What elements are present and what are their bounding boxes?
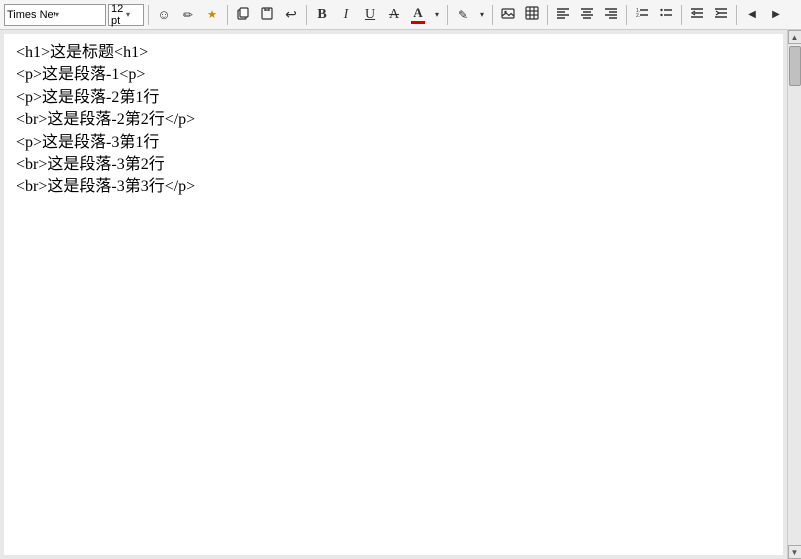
emoticon-button[interactable]: ☺ — [153, 4, 175, 26]
strikethrough-button[interactable]: A — [383, 4, 405, 26]
toolbar: Times New R ▾ 12 pt ▾ ☺ ✏ ★ — [0, 0, 801, 30]
align-left-button[interactable] — [552, 4, 574, 26]
separator-2 — [227, 5, 228, 25]
insert-table-icon — [525, 6, 539, 23]
highlight-icon: ✎ — [458, 8, 468, 22]
font-name-value: Times New R — [7, 9, 55, 21]
insert-image-button[interactable] — [497, 4, 519, 26]
indent-increase-button[interactable] — [710, 4, 732, 26]
align-right-button[interactable] — [600, 4, 622, 26]
vertical-scrollbar[interactable]: ▲ ▼ — [787, 30, 801, 559]
font-color-dropdown[interactable]: ▾ — [431, 4, 443, 26]
align-left-icon — [556, 6, 570, 23]
font-color-button[interactable]: A — [407, 4, 429, 26]
scroll-toolbar-right-icon: ▶ — [772, 9, 780, 20]
align-center-icon — [580, 6, 594, 23]
underline-icon: U — [365, 7, 375, 23]
insert-image-icon — [501, 6, 515, 23]
underline-button[interactable]: U — [359, 4, 381, 26]
italic-icon: I — [344, 7, 349, 23]
insert-table-button[interactable] — [521, 4, 543, 26]
copy-icon — [236, 6, 250, 23]
tool-button[interactable]: ★ — [201, 4, 223, 26]
font-size-value: 12 pt — [111, 3, 126, 27]
font-size-dropdown-arrow[interactable]: ▾ — [126, 10, 141, 19]
undo-icon: ↩ — [285, 6, 297, 23]
svg-text:2.: 2. — [636, 13, 640, 19]
tool-icon: ★ — [207, 8, 217, 21]
scroll-toolbar-left-icon: ◀ — [748, 9, 756, 20]
bold-icon: B — [317, 7, 326, 23]
paste-button[interactable] — [256, 4, 278, 26]
highlight-button[interactable]: ✎ — [452, 4, 474, 26]
align-center-button[interactable] — [576, 4, 598, 26]
italic-button[interactable]: I — [335, 4, 357, 26]
eraser-button[interactable]: ✏ — [177, 4, 199, 26]
eraser-icon: ✏ — [183, 8, 193, 22]
scroll-down-arrow[interactable]: ▼ — [788, 545, 801, 559]
scroll-thumb[interactable] — [789, 46, 801, 86]
separator-6 — [547, 5, 548, 25]
separator-4 — [447, 5, 448, 25]
emoticon-icon: ☺ — [157, 7, 170, 22]
separator-1 — [148, 5, 149, 25]
separator-7 — [626, 5, 627, 25]
font-color-icon: A — [411, 5, 425, 24]
editor-wrapper: <h1>这是标题<h1> <p>这是段落-1<p> <p>这是段落-2第1行 <… — [0, 30, 801, 559]
highlight-dropdown-arrow: ▾ — [480, 10, 484, 19]
font-name-dropdown-arrow[interactable]: ▾ — [55, 10, 103, 19]
scroll-track[interactable] — [788, 44, 801, 545]
separator-8 — [681, 5, 682, 25]
indent-increase-icon — [714, 6, 728, 23]
indent-decrease-button[interactable] — [686, 4, 708, 26]
strikethrough-icon: A — [389, 7, 399, 23]
paste-icon — [260, 6, 274, 23]
separator-9 — [736, 5, 737, 25]
numbered-list-button[interactable]: 1. 2. — [631, 4, 653, 26]
scroll-up-arrow[interactable]: ▲ — [788, 30, 801, 44]
copy-button[interactable] — [232, 4, 254, 26]
numbered-list-icon: 1. 2. — [635, 6, 649, 23]
editor-content[interactable]: <h1>这是标题<h1> <p>这是段落-1<p> <p>这是段落-2第1行 <… — [4, 34, 783, 555]
font-name-selector[interactable]: Times New R ▾ — [4, 4, 106, 26]
font-size-selector[interactable]: 12 pt ▾ — [108, 4, 144, 26]
undo-button[interactable]: ↩ — [280, 4, 302, 26]
font-color-dropdown-arrow: ▾ — [435, 10, 439, 19]
align-right-icon — [604, 6, 618, 23]
scroll-toolbar-left-button[interactable]: ◀ — [741, 4, 763, 26]
highlight-dropdown[interactable]: ▾ — [476, 4, 488, 26]
bullet-list-icon — [659, 6, 673, 23]
separator-5 — [492, 5, 493, 25]
bullet-list-button[interactable] — [655, 4, 677, 26]
bold-button[interactable]: B — [311, 4, 333, 26]
separator-3 — [306, 5, 307, 25]
scroll-toolbar-right-button[interactable]: ▶ — [765, 4, 787, 26]
indent-decrease-icon — [690, 6, 704, 23]
